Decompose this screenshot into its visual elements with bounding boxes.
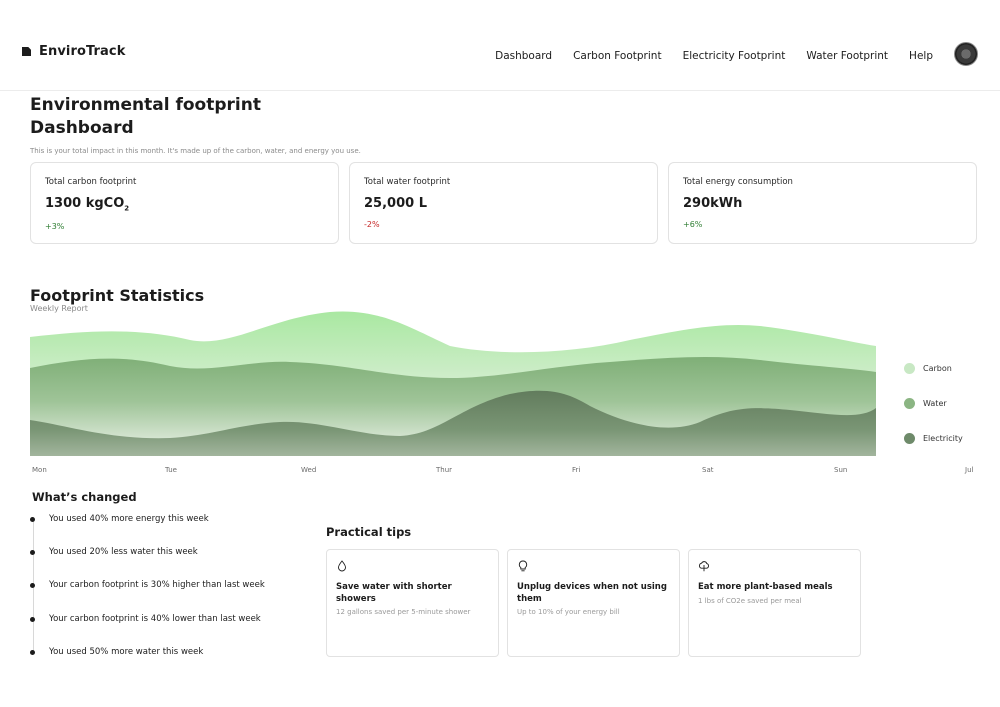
tip-card-plant-meals[interactable]: Eat more plant-based meals 1 lbs of CO2e…	[688, 549, 861, 657]
nav-item-water-footprint[interactable]: Water Footprint	[806, 50, 888, 62]
tip-description: 1 lbs of CO2e saved per meal	[698, 596, 802, 605]
page-subtitle: This is your total impact in this month.…	[30, 147, 361, 155]
card-delta: +6%	[683, 220, 703, 229]
legend-label: Water	[923, 398, 947, 408]
legend-item-carbon[interactable]: Carbon	[904, 362, 963, 374]
brand-name: EnviroTrack	[39, 44, 126, 59]
card-delta: +3%	[45, 221, 65, 231]
carbon-footprint-card: Total carbon footprint 1300 kgCO2 +3%	[30, 162, 339, 244]
change-item: You used 50% more water this week	[30, 647, 203, 657]
legend-dot	[904, 362, 915, 374]
nav-item-electricity-footprint[interactable]: Electricity Footprint	[683, 50, 786, 62]
water-footprint-card: Total water footprint 25,000 L -2%	[349, 162, 658, 244]
brand-icon	[22, 47, 31, 56]
legend-dot	[904, 432, 915, 444]
card-value-text: 1300 kgCO	[45, 196, 125, 211]
chart-svg	[30, 311, 876, 456]
main-nav: Dashboard Carbon Footprint Electricity F…	[495, 42, 978, 66]
x-axis-label: Sun	[834, 466, 848, 474]
change-item: Your carbon footprint is 40% lower than …	[30, 614, 261, 624]
whats-changed-title: What’s changed	[32, 490, 137, 504]
tip-title: Save water with shorter showers	[336, 582, 452, 604]
x-axis-label: Thur	[436, 466, 453, 474]
page-title: Environmental footprint Dashboard	[30, 95, 261, 138]
tip-title: Unplug devices when not using them	[517, 582, 667, 604]
brand-logo[interactable]: EnviroTrack	[22, 44, 125, 59]
nav-item-dashboard[interactable]: Dashboard	[495, 50, 552, 62]
card-label: Total carbon footprint	[45, 177, 137, 187]
x-axis-label: Wed	[301, 466, 317, 474]
tree-icon	[699, 561, 709, 572]
nav-item-help[interactable]: Help	[909, 50, 933, 62]
card-value: 1300 kgCO2	[45, 196, 324, 213]
tip-title: Eat more plant-based meals	[698, 582, 833, 592]
x-axis-label: Jul	[965, 466, 974, 474]
chart-legend: Carbon Water Electricity	[904, 362, 963, 467]
card-value-subscript: 2	[124, 204, 130, 213]
change-text: You used 40% more energy this week	[49, 514, 209, 524]
timeline-dot	[30, 549, 35, 555]
footprint-area-chart	[30, 308, 876, 456]
x-axis-label: Fri	[572, 466, 581, 474]
timeline-dot	[30, 582, 35, 588]
change-text: You used 50% more water this week	[49, 647, 204, 657]
timeline-dot	[30, 516, 35, 522]
change-text: You used 20% less water this week	[49, 547, 198, 557]
user-avatar[interactable]	[954, 42, 978, 66]
change-text: Your carbon footprint is 40% lower than …	[49, 614, 261, 624]
card-value: 290kWh	[683, 196, 743, 211]
change-item: Your carbon footprint is 30% higher than…	[30, 580, 265, 590]
legend-item-water[interactable]: Water	[904, 397, 963, 409]
timeline-dot	[30, 616, 35, 622]
tip-description: 12 gallons saved per 5-minute shower	[336, 608, 471, 616]
x-axis-label: Tue	[165, 466, 177, 474]
footprint-statistics-title: Footprint Statistics	[30, 286, 205, 305]
tips-list: Save water with shorter showers 12 gallo…	[326, 549, 861, 657]
x-axis-label: Mon	[32, 466, 47, 474]
stat-cards: Total carbon footprint 1300 kgCO2 +3% To…	[30, 162, 977, 244]
tip-description: Up to 10% of your energy bill	[517, 608, 620, 616]
card-label: Total energy consumption	[683, 177, 793, 187]
tip-card-showers[interactable]: Save water with shorter showers 12 gallo…	[326, 549, 499, 657]
legend-dot	[904, 397, 915, 409]
timeline-dot	[30, 649, 35, 655]
tip-card-unplug[interactable]: Unplug devices when not using them Up to…	[507, 549, 680, 657]
water-drop-icon	[338, 560, 346, 572]
energy-consumption-card: Total energy consumption 290kWh +6%	[668, 162, 977, 244]
card-value: 25,000 L	[364, 196, 427, 211]
practical-tips-title: Practical tips	[326, 525, 412, 539]
legend-item-electricity[interactable]: Electricity	[904, 432, 963, 444]
change-item: You used 20% less water this week	[30, 547, 198, 557]
nav-item-carbon-footprint[interactable]: Carbon Footprint	[573, 50, 661, 62]
x-axis-label: Sat	[702, 466, 714, 474]
change-text: Your carbon footprint is 30% higher than…	[49, 580, 265, 590]
top-bar: EnviroTrack Dashboard Carbon Footprint E…	[0, 0, 1000, 91]
legend-label: Electricity	[923, 433, 963, 443]
card-delta: -2%	[364, 220, 380, 229]
card-label: Total water footprint	[364, 177, 451, 187]
change-item: You used 40% more energy this week	[30, 514, 209, 524]
lightbulb-icon	[518, 560, 528, 572]
legend-label: Carbon	[923, 363, 952, 373]
